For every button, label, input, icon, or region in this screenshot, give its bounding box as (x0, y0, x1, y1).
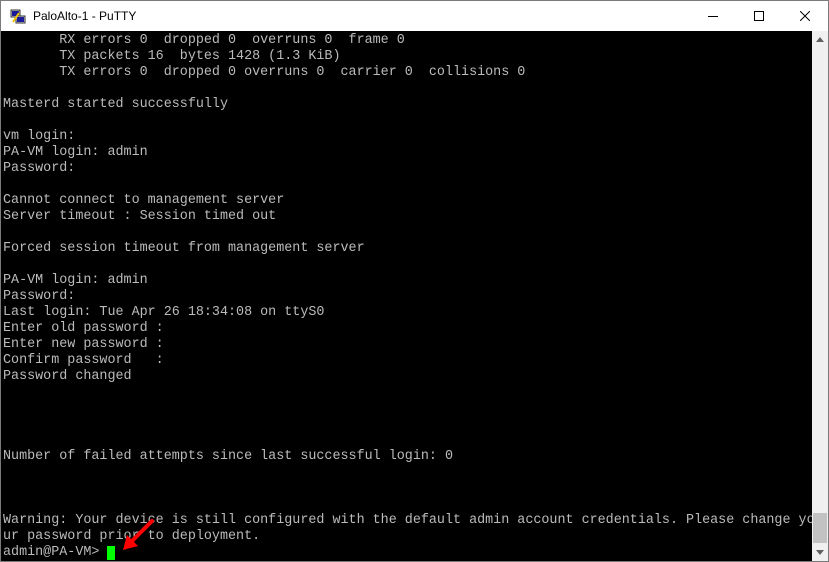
close-button[interactable] (782, 1, 828, 31)
minimize-button[interactable] (690, 1, 736, 31)
terminal-line: vm login: (3, 129, 76, 144)
terminal-line: Last login: Tue Apr 26 18:34:08 on ttyS0 (3, 305, 325, 320)
terminal-line: TX errors 0 dropped 0 overruns 0 carrier… (3, 65, 526, 80)
vertical-scrollbar[interactable] (812, 31, 828, 561)
scroll-up-button[interactable] (812, 31, 828, 48)
terminal-line: Password: (3, 161, 76, 176)
putty-window: PaloAlto-1 - PuTTY RX errors 0 dropped 0… (0, 0, 829, 562)
terminal-line: admin@PA-VM> (3, 545, 108, 560)
red-arrow-icon (123, 519, 154, 550)
terminal-line: Password: (3, 289, 76, 304)
terminal-line: Forced session timeout from management s… (3, 241, 365, 256)
chevron-down-icon (816, 550, 824, 555)
close-icon (800, 11, 810, 21)
terminal-line: RX errors 0 dropped 0 overruns 0 frame 0 (3, 33, 405, 48)
terminal-line: Confirm password : (3, 353, 164, 368)
chevron-up-icon (816, 37, 824, 42)
terminal-screen[interactable]: RX errors 0 dropped 0 overruns 0 frame 0… (1, 31, 812, 561)
scroll-down-button[interactable] (812, 544, 828, 561)
maximize-button[interactable] (736, 1, 782, 31)
terminal-line: Server timeout : Session timed out (3, 209, 277, 224)
terminal-line: Number of failed attempts since last suc… (3, 449, 453, 464)
terminal-line: TX packets 16 bytes 1428 (1.3 KiB) (3, 49, 341, 64)
minimize-icon (708, 16, 718, 17)
terminal-line: PA-VM login: admin (3, 273, 148, 288)
title-bar[interactable]: PaloAlto-1 - PuTTY (1, 1, 828, 31)
putty-icon[interactable] (10, 8, 26, 24)
window-title: PaloAlto-1 - PuTTY (33, 9, 137, 23)
scrollbar-thumb[interactable] (813, 513, 827, 543)
terminal-cursor (107, 546, 116, 560)
terminal-line: Enter new password : (3, 337, 164, 352)
terminal-line: Cannot connect to management server (3, 193, 285, 208)
terminal-line: Password changed (3, 369, 132, 384)
terminal-line: Enter old password : (3, 321, 164, 336)
terminal-line: PA-VM login: admin (3, 145, 148, 160)
terminal-line: Masterd started successfully (3, 97, 228, 112)
maximize-icon (754, 11, 764, 21)
